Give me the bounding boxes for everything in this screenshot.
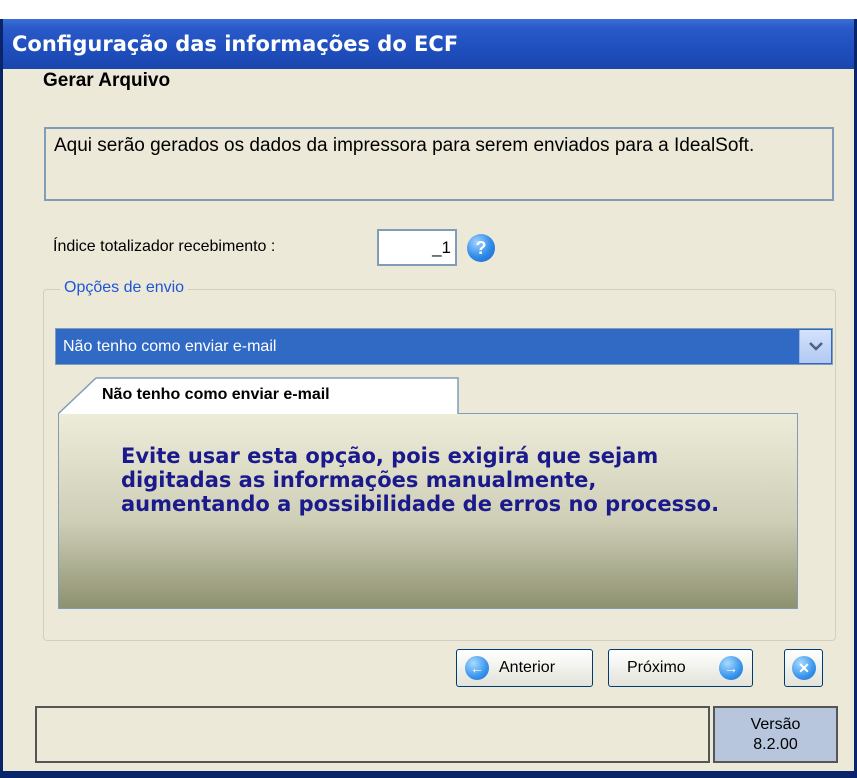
close-button[interactable]: ✕ bbox=[784, 649, 823, 687]
next-button-label: Próximo bbox=[627, 659, 686, 676]
status-bar bbox=[35, 706, 710, 763]
option-warning-message: Evite usar esta opção, pois exigirá que … bbox=[121, 444, 720, 516]
index-field-label: Índice totalizador recebimento : bbox=[53, 238, 276, 255]
close-icon: ✕ bbox=[792, 656, 816, 680]
chevron-down-icon[interactable] bbox=[799, 330, 831, 363]
version-label: Versão bbox=[750, 716, 801, 733]
send-options-legend: Opções de envio bbox=[60, 279, 189, 297]
window-title: Configuração das informações do ECF bbox=[3, 19, 854, 69]
next-button[interactable]: Próximo → bbox=[608, 649, 753, 687]
window-bottom-border bbox=[0, 771, 857, 778]
option-info-tab-label: Não tenho como enviar e-mail bbox=[102, 386, 330, 403]
send-option-selected-value: Não tenho como enviar e-mail bbox=[63, 338, 277, 355]
help-icon[interactable]: ? bbox=[467, 234, 495, 262]
version-box: Versão 8.2.00 bbox=[713, 706, 838, 763]
previous-button[interactable]: ← Anterior bbox=[456, 649, 593, 687]
section-title: Gerar Arquivo bbox=[43, 70, 171, 91]
option-info-tab: Não tenho como enviar e-mail bbox=[58, 377, 460, 415]
previous-button-label: Anterior bbox=[499, 659, 556, 676]
description-box: Aqui serão gerados os dados da impressor… bbox=[44, 127, 834, 201]
arrow-right-icon: → bbox=[719, 656, 743, 680]
option-info-panel: Evite usar esta opção, pois exigirá que … bbox=[58, 413, 798, 609]
index-field-input[interactable] bbox=[377, 229, 457, 266]
arrow-left-icon: ← bbox=[465, 656, 489, 680]
version-number: 8.2.00 bbox=[753, 736, 798, 753]
send-option-select[interactable]: Não tenho como enviar e-mail bbox=[55, 328, 833, 365]
